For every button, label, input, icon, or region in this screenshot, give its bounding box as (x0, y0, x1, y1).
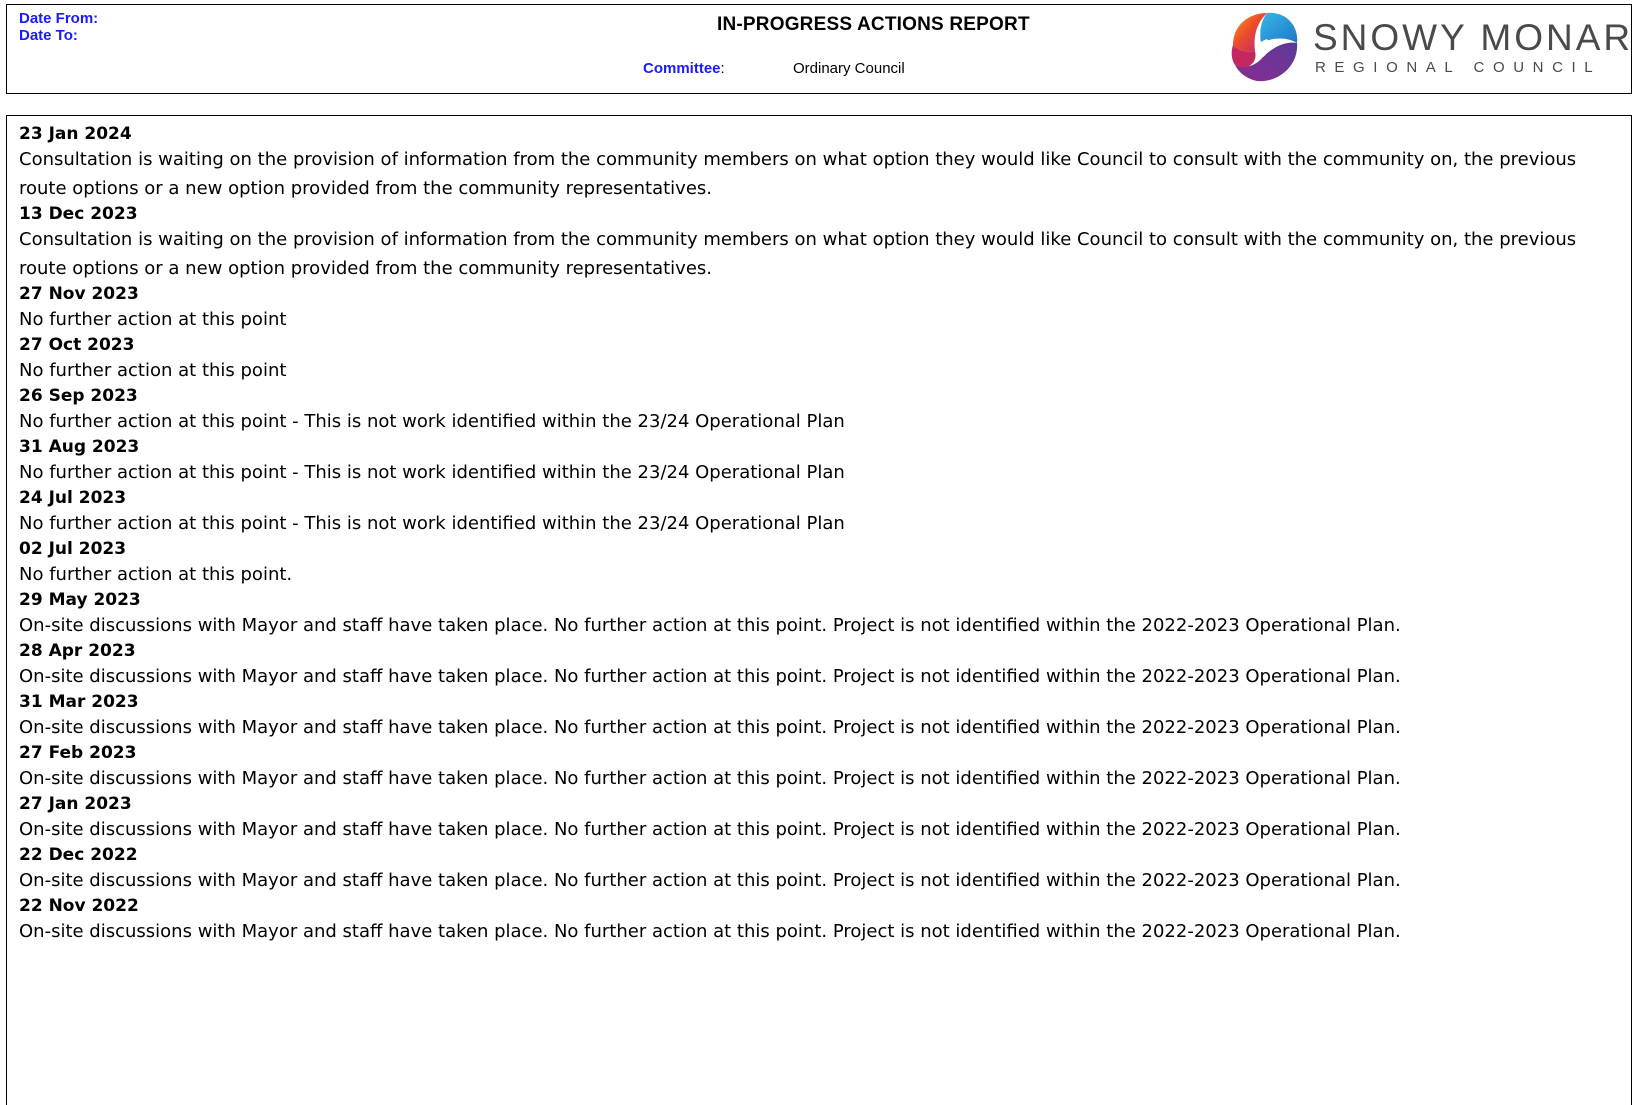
entry-text: Consultation is waiting on the provision… (19, 149, 1577, 199)
action-entry: 27 Jan 2023 On-site discussions with May… (19, 793, 1619, 844)
action-entry: 27 Oct 2023 No further action at this po… (19, 334, 1619, 385)
council-logo: SNOWY MONARO REGIONAL COUNCIL (1227, 7, 1634, 87)
entry-text: On-site discussions with Mayor and staff… (19, 717, 1401, 738)
council-logo-icon (1231, 12, 1298, 82)
entry-text: No further action at this point (19, 360, 287, 381)
action-entry: 27 Nov 2023 No further action at this po… (19, 283, 1619, 334)
entry-text: No further action at this point - This i… (19, 462, 845, 483)
date-to-label: Date To: (19, 27, 78, 44)
action-entry: 26 Sep 2023 No further action at this po… (19, 385, 1619, 436)
entry-text: No further action at this point (19, 309, 287, 330)
action-entry: 28 Apr 2023 On-site discussions with May… (19, 640, 1619, 691)
entry-date: 22 Dec 2022 (19, 845, 138, 865)
logo-subtitle: REGIONAL COUNCIL (1315, 59, 1602, 76)
entry-text: On-site discussions with Mayor and staff… (19, 768, 1401, 789)
report-title: IN-PROGRESS ACTIONS REPORT (717, 14, 1030, 35)
action-entry: 13 Dec 2023 Consultation is waiting on t… (19, 203, 1619, 283)
committee-label: Committee (643, 60, 721, 77)
entry-date: 27 Oct 2023 (19, 335, 135, 355)
entry-date: 31 Mar 2023 (19, 692, 139, 712)
committee-value: Ordinary Council (793, 60, 905, 77)
action-entry: 29 May 2023 On-site discussions with May… (19, 589, 1619, 640)
entry-text: On-site discussions with Mayor and staff… (19, 870, 1401, 891)
entry-date: 02 Jul 2023 (19, 539, 127, 559)
entry-text: On-site discussions with Mayor and staff… (19, 666, 1401, 687)
entry-date: 23 Jan 2024 (19, 124, 132, 144)
entry-text: No further action at this point - This i… (19, 411, 845, 432)
date-range-labels: Date From: Date To: (19, 10, 98, 44)
entry-text: Consultation is waiting on the provision… (19, 229, 1577, 279)
entry-text: No further action at this point - This i… (19, 513, 845, 534)
entry-date: 27 Feb 2023 (19, 743, 137, 763)
action-entry: 27 Feb 2023 On-site discussions with May… (19, 742, 1619, 793)
date-from-label: Date From: (19, 10, 99, 27)
action-entry: 23 Jan 2024 Consultation is waiting on t… (19, 123, 1619, 203)
entry-text: On-site discussions with Mayor and staff… (19, 921, 1401, 942)
entry-date: 26 Sep 2023 (19, 386, 138, 406)
entry-date: 31 Aug 2023 (19, 437, 140, 457)
entry-date: 27 Jan 2023 (19, 794, 132, 814)
action-entry: 24 Jul 2023 No further action at this po… (19, 487, 1619, 538)
entry-date: 27 Nov 2023 (19, 284, 139, 304)
entry-date: 22 Nov 2022 (19, 896, 139, 916)
entry-date: 24 Jul 2023 (19, 488, 127, 508)
committee-colon: : (720, 60, 725, 77)
entry-date: 13 Dec 2023 (19, 204, 138, 224)
action-entry: 22 Dec 2022 On-site discussions with May… (19, 844, 1619, 895)
actions-list: 23 Jan 2024 Consultation is waiting on t… (6, 115, 1632, 1105)
entry-date: 29 May 2023 (19, 590, 141, 610)
action-entry: 31 Mar 2023 On-site discussions with May… (19, 691, 1619, 742)
committee-field: Committee: Ordinary Council (643, 60, 905, 77)
action-entry: 02 Jul 2023 No further action at this po… (19, 538, 1619, 589)
entry-text: On-site discussions with Mayor and staff… (19, 819, 1401, 840)
action-entry: 31 Aug 2023 No further action at this po… (19, 436, 1619, 487)
logo-name: SNOWY MONARO (1313, 17, 1634, 58)
entry-text: No further action at this point. (19, 564, 293, 585)
entry-text: On-site discussions with Mayor and staff… (19, 615, 1401, 636)
report-header: Date From: Date To: IN-PROGRESS ACTIONS … (6, 4, 1634, 94)
entry-date: 28 Apr 2023 (19, 641, 136, 661)
action-entry: 22 Nov 2022 On-site discussions with May… (19, 895, 1619, 946)
